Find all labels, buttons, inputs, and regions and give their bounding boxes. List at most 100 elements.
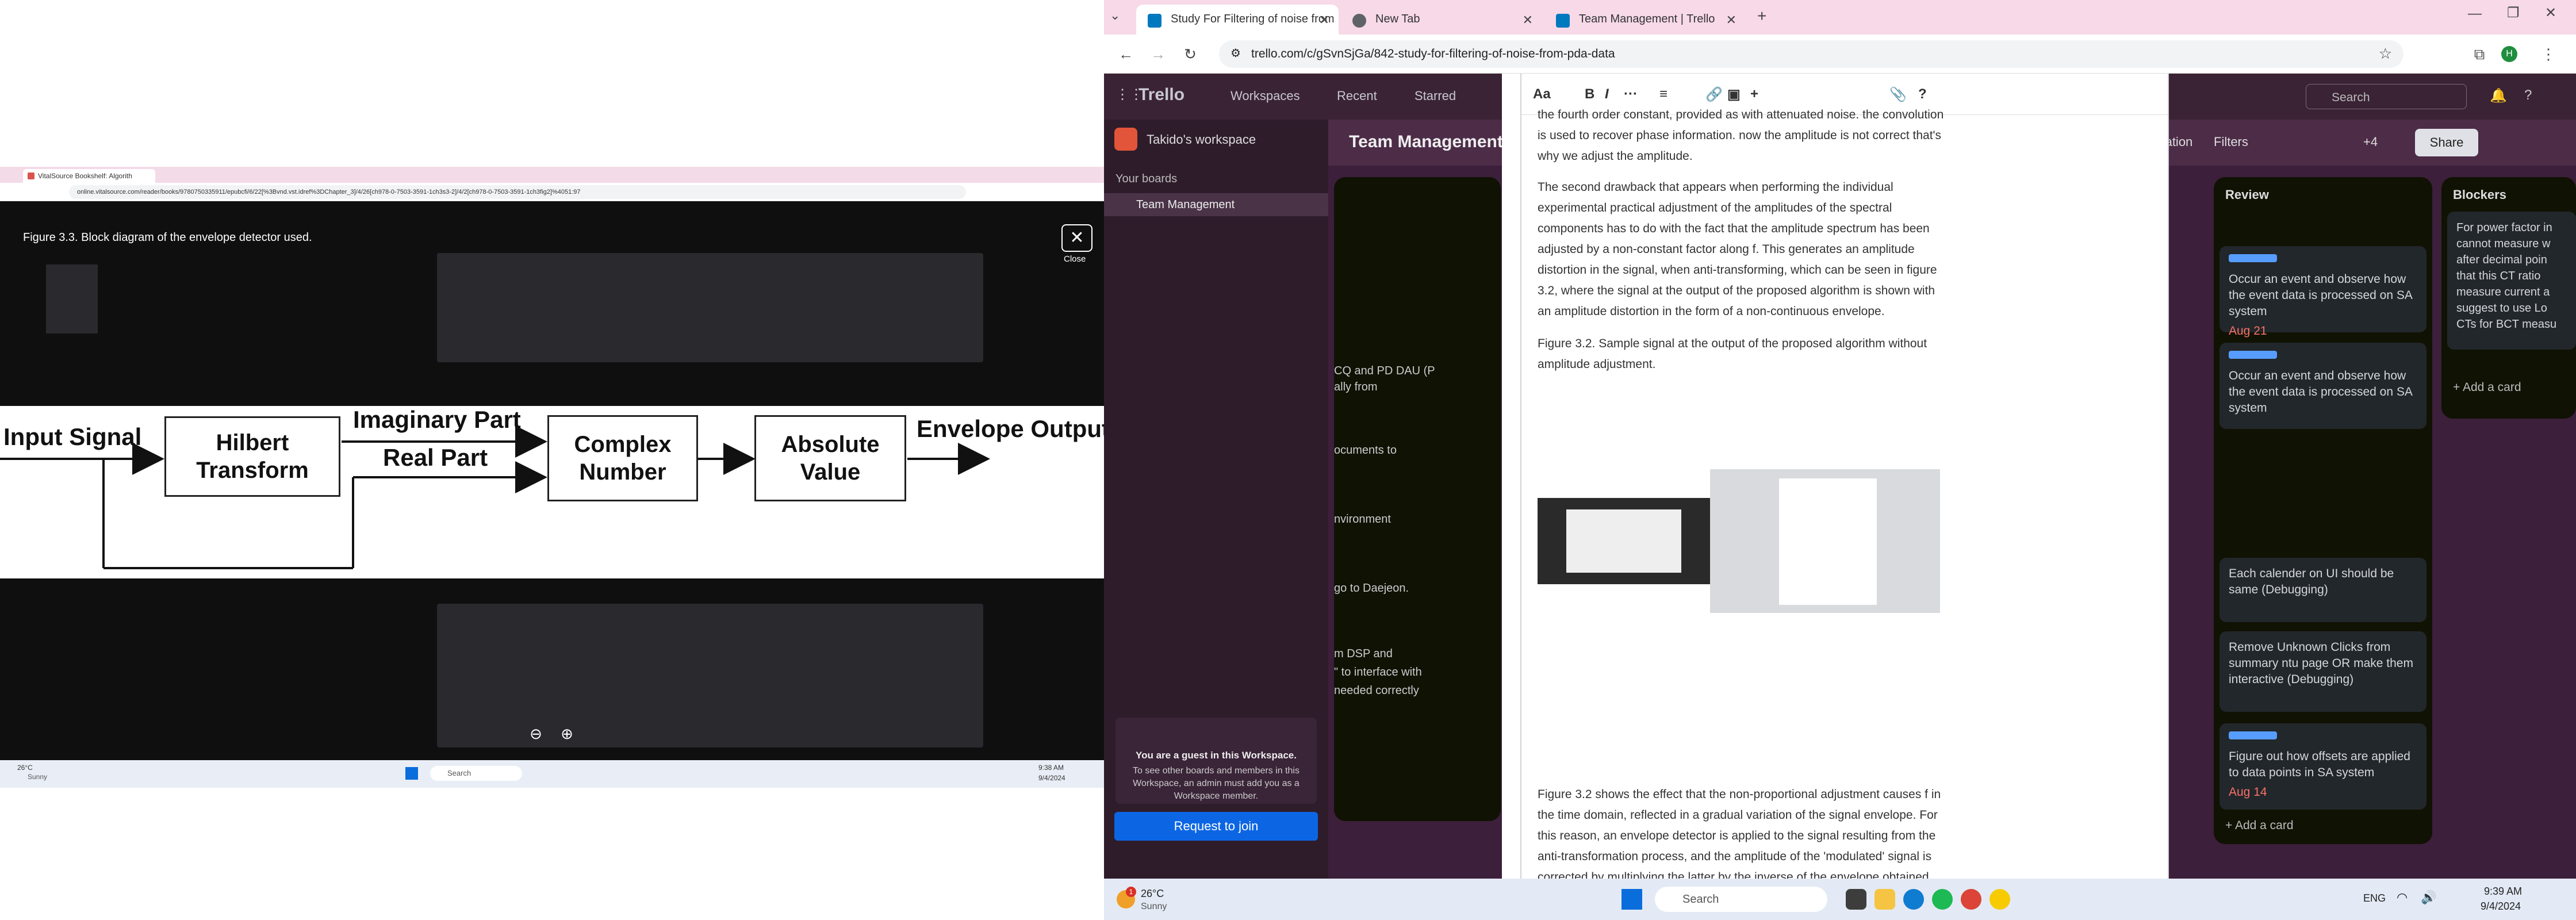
list-title-review[interactable]: Review bbox=[2225, 187, 2269, 202]
tab-new-tab[interactable]: New Tab ✕ bbox=[1341, 5, 1542, 34]
request-to-join-button[interactable]: Request to join bbox=[1114, 812, 1318, 841]
menu-starred[interactable]: Starred bbox=[1414, 89, 1456, 103]
card-fragment[interactable]: ally from bbox=[1334, 381, 1378, 394]
back-icon[interactable]: ← bbox=[1113, 41, 1138, 67]
guest-notice: You are a guest in this Workspace. To se… bbox=[1116, 718, 1317, 804]
left-tab-bar: VitalSource Bookshelf: Algorith bbox=[0, 167, 1104, 183]
list-title-blockers[interactable]: Blockers bbox=[2453, 187, 2506, 202]
new-tab-button[interactable]: + bbox=[1757, 7, 1766, 25]
list-item[interactable]: For power factor in cannot measure w aft… bbox=[2447, 212, 2576, 350]
extensions-icon[interactable]: ⧉ bbox=[2467, 41, 2492, 67]
close-window-icon[interactable]: ✕ bbox=[2545, 5, 2556, 21]
site-info-icon[interactable]: ⚙ bbox=[1230, 46, 1241, 60]
close-tab-icon[interactable]: ✕ bbox=[1726, 13, 1736, 28]
windows-start-icon[interactable] bbox=[1621, 889, 1642, 910]
list-item[interactable]: Each calender on UI should be same (Debu… bbox=[2220, 558, 2426, 622]
add-card-button[interactable]: + Add a card bbox=[2453, 381, 2521, 394]
workspace-name[interactable]: Takido's workspace bbox=[1147, 132, 1256, 147]
tab-study-for-filtering[interactable]: Study For Filtering of noise from ✕ bbox=[1136, 5, 1339, 34]
weather-badge: 1 bbox=[1126, 887, 1136, 897]
link-icon[interactable]: 🔗 bbox=[1705, 86, 1723, 103]
more-menu-icon[interactable]: ⋮ bbox=[2536, 41, 2561, 67]
wifi-icon[interactable]: ◠ bbox=[2397, 890, 2408, 905]
partial-list-column: CQ and PD DAU (P ally from ocuments to n… bbox=[1334, 177, 1501, 821]
card-fragment[interactable]: ocuments to bbox=[1334, 444, 1397, 457]
tab-team-management[interactable]: Team Management | Trello ✕ bbox=[1544, 5, 1746, 34]
zoom-out-icon[interactable]: ⊖ bbox=[524, 722, 547, 745]
left-url-field[interactable]: online.vitalsource.com/reader/books/9780… bbox=[69, 185, 966, 199]
more-formatting-button[interactable]: ··· bbox=[1624, 86, 1638, 102]
description-paragraph[interactable]: The second drawback that appears when pe… bbox=[1538, 177, 1946, 322]
edge-icon[interactable] bbox=[1903, 889, 1924, 910]
imaginary-part-label: Imaginary Part bbox=[353, 406, 521, 433]
list-button[interactable]: ≡ bbox=[1659, 86, 1667, 102]
menu-workspaces[interactable]: Workspaces bbox=[1230, 89, 1300, 103]
bold-button[interactable]: B bbox=[1585, 86, 1594, 102]
insert-button[interactable]: + bbox=[1750, 86, 1758, 102]
image-icon[interactable]: ▣ bbox=[1727, 86, 1741, 103]
file-explorer-icon[interactable] bbox=[1874, 889, 1895, 910]
card-fragment[interactable]: needed correctly bbox=[1334, 684, 1419, 697]
card-fragment[interactable]: m DSP and bbox=[1334, 647, 1393, 661]
menu-recent[interactable]: Recent bbox=[1337, 89, 1377, 103]
volume-icon[interactable]: 🔊 bbox=[2421, 890, 2436, 905]
description-paragraph[interactable]: Figure 3.2 shows the effect that the non… bbox=[1538, 784, 1946, 879]
tab-title: New Tab bbox=[1375, 13, 1420, 25]
sidebar-board-label: Team Management bbox=[1136, 198, 1235, 211]
app-switcher-icon[interactable]: ⋮⋮ bbox=[1116, 86, 1143, 103]
card-fragment[interactable]: " to interface with bbox=[1334, 666, 1422, 679]
restore-icon[interactable]: ❐ bbox=[2507, 5, 2520, 21]
guest-text: To see other boards and members in this … bbox=[1133, 766, 1300, 801]
tab-search-icon[interactable]: ⌄ bbox=[1110, 8, 1120, 23]
card-fragment[interactable]: CQ and PD DAU (P bbox=[1334, 365, 1435, 378]
profile-avatar[interactable]: H bbox=[2501, 46, 2517, 62]
trello-search-input[interactable]: Search bbox=[2306, 84, 2467, 109]
text-style-button[interactable]: Aa bbox=[1533, 86, 1551, 102]
description-paragraph[interactable]: the fourth order constant, provided as w… bbox=[1538, 105, 1946, 162]
left-windows-start-icon[interactable] bbox=[405, 767, 418, 780]
chat-app-icon[interactable] bbox=[1989, 889, 2010, 910]
help-icon[interactable]: ? bbox=[1918, 86, 1927, 102]
notifications-icon[interactable]: 🔔 bbox=[2490, 87, 2507, 104]
reload-icon[interactable]: ↻ bbox=[1178, 41, 1203, 67]
italic-button[interactable]: I bbox=[1605, 86, 1609, 102]
left-clock-time: 9:38 AM bbox=[1038, 764, 1064, 772]
url-field[interactable]: ⚙ trello.com/c/gSvnSjGa/842-study-for-fi… bbox=[1219, 40, 2404, 68]
bookmark-star-icon[interactable]: ☆ bbox=[2379, 45, 2392, 63]
embedded-screenshot-image[interactable] bbox=[1538, 469, 1940, 613]
close-tab-icon[interactable]: ✕ bbox=[1319, 13, 1329, 28]
card-fragment[interactable]: nvironment bbox=[1334, 513, 1391, 526]
list-item[interactable]: Occur an event and observe how the event… bbox=[2220, 343, 2426, 429]
figure-caption-text[interactable]: Figure 3.2. Sample signal at the output … bbox=[1538, 334, 1946, 375]
add-card-button[interactable]: + Add a card bbox=[2225, 819, 2294, 833]
image-right-panel bbox=[1710, 469, 1940, 613]
card-fragment[interactable]: go to Daejeon. bbox=[1334, 582, 1409, 595]
clock-date[interactable]: 9/4/2024 bbox=[2481, 900, 2521, 913]
help-icon[interactable]: ? bbox=[2524, 87, 2532, 103]
spotify-icon[interactable] bbox=[1932, 889, 1953, 910]
list-item[interactable]: Remove Unknown Clicks from summary ntu p… bbox=[2220, 631, 2426, 712]
clock-time[interactable]: 9:39 AM bbox=[2484, 885, 2522, 898]
close-button[interactable]: ✕ bbox=[1061, 224, 1092, 252]
share-button[interactable]: Share bbox=[2415, 129, 2478, 156]
member-count[interactable]: +4 bbox=[2363, 135, 2378, 150]
zoom-in-icon[interactable]: ⊕ bbox=[555, 722, 578, 745]
minimize-icon[interactable]: — bbox=[2468, 6, 2482, 22]
weather-temp: 26°C bbox=[1141, 888, 1164, 899]
list-item[interactable]: Occur an event and observe how the event… bbox=[2220, 246, 2426, 338]
language-indicator[interactable]: ENG bbox=[2363, 892, 2386, 904]
chrome-icon[interactable] bbox=[1961, 889, 1981, 910]
taskbar-search[interactable]: Search bbox=[1655, 887, 1827, 912]
sidebar-board-item[interactable]: Team Management bbox=[1104, 193, 1328, 216]
close-tab-icon[interactable]: ✕ bbox=[1523, 13, 1533, 28]
left-weather-temp: 26°C bbox=[17, 764, 33, 772]
attachment-icon[interactable]: 📎 bbox=[1889, 86, 1907, 103]
left-taskbar-search[interactable]: Search bbox=[430, 766, 522, 781]
left-browser-tab[interactable]: VitalSource Bookshelf: Algorith bbox=[23, 169, 155, 183]
filters-button[interactable]: Filters bbox=[2214, 135, 2248, 150]
trello-logo[interactable]: Trello bbox=[1138, 85, 1184, 105]
list-item[interactable]: Figure out how offsets are applied to da… bbox=[2220, 723, 2426, 810]
card-title: Each calender on UI should be same (Debu… bbox=[2229, 567, 2394, 596]
forward-icon[interactable]: → bbox=[1145, 41, 1171, 67]
task-view-icon[interactable] bbox=[1846, 889, 1866, 910]
